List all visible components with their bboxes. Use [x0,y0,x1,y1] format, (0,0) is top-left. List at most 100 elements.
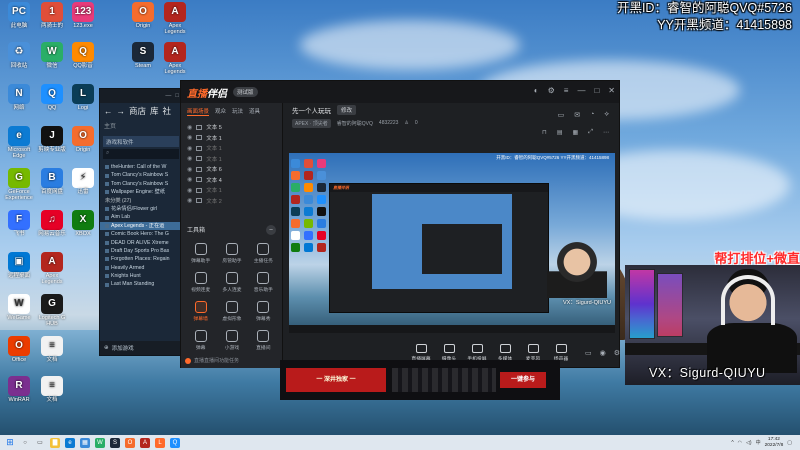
apex-icon[interactable]: A [140,437,150,448]
desktop-icon[interactable]: J 剪映专业版 [35,126,69,153]
desktop-icon[interactable]: L Logi [66,84,100,111]
maximize-icon[interactable]: □ [175,93,179,99]
notification-icon[interactable]: ▢ [787,440,792,446]
desktop-icon[interactable]: PC 此电脑 [2,2,36,29]
back-icon[interactable]: ← [104,106,113,116]
clock[interactable]: 17:42 2022/7/8 [765,437,784,448]
screen-icon[interactable]: ▭ [558,111,565,119]
stream-preview[interactable]: 开黑ID：睿智的阿聪QVQ#5726 YY开黑频道：41415898 直播伴侣 … [289,153,615,333]
tool-button[interactable]: 主播任务 [248,243,279,264]
desktop-icon[interactable]: ▣ 远程桌面 [2,252,36,279]
tool-button[interactable]: 弹幕墙 [185,301,216,322]
network-icon[interactable]: ◠ [738,440,742,446]
scene-item[interactable]: ◉ 文本 4 [185,175,278,186]
eye-icon[interactable]: ◉ [187,134,192,141]
minimize-icon[interactable]: — [165,93,171,99]
desktop-icon[interactable]: A Apex Legends [35,252,69,285]
edge-icon[interactable]: e [65,437,75,448]
task-view-icon[interactable]: ▭ [35,438,45,448]
eye-icon[interactable]: ◉ [187,155,192,162]
desktop-icon[interactable]: ♻ 回收站 [2,42,36,69]
tool-button[interactable]: 音乐助手 [248,272,279,293]
qq-icon[interactable]: Q [170,437,180,448]
search-icon[interactable]: ○ [20,438,30,448]
scene-item[interactable]: ◉ 文本 1 [185,133,278,144]
desktop-icon[interactable]: S Steam [126,42,160,69]
game-list-item[interactable]: DEAD OR ALIVE Xtreme [100,239,182,247]
chevron-up-icon[interactable]: ^ [731,440,733,446]
nav-community[interactable]: 社 [163,105,172,117]
eye-icon[interactable]: ◉ [187,124,192,131]
desktop-icon[interactable]: O Origin [126,2,160,29]
tool-button[interactable]: 视频连麦 [185,272,216,293]
windows-start-icon[interactable]: ⊞ [5,437,15,448]
record-icon[interactable]: ▭ [585,349,592,357]
desktop-icon[interactable]: F 飞书 [2,210,36,237]
tool-button[interactable]: 直播间 [248,330,279,351]
game-list-item[interactable]: Knights Hunt [100,272,182,280]
tool-button[interactable]: 小游戏 [216,330,247,351]
game-list-item[interactable]: Tom Clancy's Rainbow S [100,171,182,179]
library-filter-dropdown[interactable]: 游戏和软件 [103,136,179,147]
tool-button[interactable]: 多人连麦 [216,272,247,293]
eye-icon[interactable]: ◉ [187,197,192,204]
library-search-input[interactable]: ⌕ [103,149,179,159]
scene-item[interactable]: ◉ 文本 5 [185,122,278,133]
scene-tab[interactable]: 道具 [249,107,260,116]
origin-icon[interactable]: O [125,437,135,448]
scene-item[interactable]: ◉ 文本 1 [185,143,278,154]
desktop-icon[interactable]: ≡ 文档 [35,336,69,363]
desktop-icon[interactable]: W WeGame [2,294,36,321]
forward-icon[interactable]: → [117,106,126,116]
grid-icon[interactable]: ▦ [573,129,579,136]
desktop-icon[interactable]: X XBOX [66,210,100,237]
bottom-note[interactable]: 直播直播间功能任务 [185,357,239,364]
scene-item[interactable]: ◉ 文本 1 [185,154,278,165]
mail-icon[interactable]: ✉ [574,111,580,119]
scene-item[interactable]: ◉ 文本 1 [185,185,278,196]
game-list-item[interactable]: Comic Book Hero: The G [100,230,182,238]
game-list-item[interactable]: theHunter: Call of the W [100,163,182,171]
ime-icon[interactable]: 中 [756,439,761,446]
desktop-icon[interactable]: B 百度网盘 [35,168,69,195]
tool-button[interactable]: 弹幕秀 [248,301,279,322]
game-list-item[interactable]: Tom Clancy's Rainbow S [100,180,182,188]
desktop-icon[interactable]: ⚡ 迅雷 [66,168,100,195]
game-list-item[interactable]: 花朵情侣/Flower girl [100,205,182,213]
scene-tab[interactable]: 画面场景 [187,107,210,116]
promo-banner[interactable]: 一 深井独家 一 一键参与 [280,360,560,400]
library-home[interactable]: 主页 [100,119,182,134]
category-badge[interactable]: APEX · 顶尖者 [292,118,331,128]
nav-store[interactable]: 商店 [129,105,146,117]
desktop-icon[interactable]: ♫ 网易云音乐 [35,210,69,237]
lock-icon[interactable]: ⊓ [542,129,547,136]
share-icon[interactable]: ⟡ [604,111,609,119]
banner-button[interactable]: 一键参与 [500,372,546,388]
maximize-icon[interactable]: □ [594,86,599,95]
live-icon[interactable]: L [155,437,165,448]
tool-button[interactable]: 虚拟形象 [216,301,247,322]
eye-icon[interactable]: ◉ [600,349,606,357]
bell-icon[interactable]: ◔ [590,111,594,119]
tool-button[interactable]: 弹幕 [185,330,216,351]
eye-icon[interactable]: ◉ [187,145,192,152]
store-icon[interactable]: ▦ [80,437,90,448]
eye-icon[interactable]: ◉ [187,176,192,183]
add-game-button[interactable]: ⊕ 添加游戏 [100,341,182,355]
layout-icon[interactable]: ▤ [557,129,563,136]
desktop-icon[interactable]: 1 两骑士的 [35,2,69,29]
desktop-icon[interactable]: N 网络 [2,84,36,111]
game-list-item[interactable]: Apex Legends - 正在运 [100,221,182,231]
scene-tab[interactable]: 观众 [215,107,226,116]
edit-room-button[interactable]: 修改 [337,105,357,115]
desktop-icon[interactable]: G Logitech G HUB [35,294,69,327]
tool-button[interactable]: 房管助手 [216,243,247,264]
scene-tab[interactable]: 玩法 [232,107,243,116]
library-category[interactable]: 未分类 (27) [100,197,182,205]
desktop-icon[interactable]: R WinRAR [2,376,36,403]
menu-icon[interactable]: ≡ [564,86,569,95]
gear-icon[interactable]: ⚙ [614,349,620,357]
steam-icon[interactable]: S [110,437,120,448]
nav-library[interactable]: 库 [150,105,159,117]
desktop-icon[interactable]: A Apex Legends [158,42,192,75]
